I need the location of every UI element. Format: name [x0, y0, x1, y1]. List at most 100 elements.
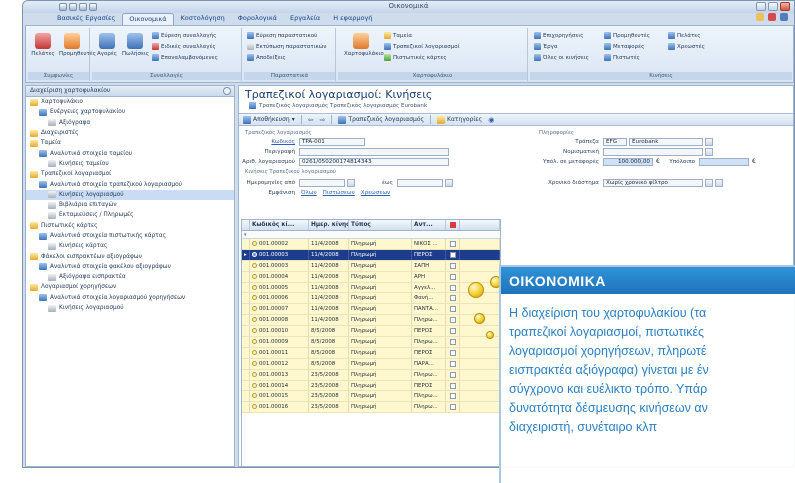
cash-desks-button[interactable]: Ταμεία	[384, 31, 412, 40]
table-row[interactable]: 001.00015 23/5/2008 Πληρωμή Πληρω...	[242, 391, 500, 403]
period-select[interactable]: Χωρίς χρονικό φίλτρο	[603, 179, 703, 187]
table-row[interactable]: 001.00010 8/5/2008 Πληρωμή ΠΕΡΟΣ	[242, 326, 500, 338]
bank-dropdown-button[interactable]	[705, 138, 713, 146]
nav-item[interactable]: Τραπεζικοί λογαριασμοί	[26, 169, 234, 179]
column-header-party[interactable]: Αντ...	[412, 220, 446, 230]
nav-item[interactable]: Διαχειριστές	[26, 128, 234, 138]
currency-field[interactable]	[603, 148, 703, 156]
account-number-field[interactable]: 0261/050200174814343	[299, 158, 449, 166]
row-checkbox[interactable]	[449, 273, 456, 280]
date-to-picker[interactable]	[445, 179, 453, 187]
row-checkbox[interactable]	[449, 306, 456, 313]
table-row[interactable]: 001.00005 11/4/2008 Πληρωμή Αγγελ...	[242, 282, 500, 294]
table-row[interactable]: 001.00004 11/4/2008 Πληρωμή ΑΡΗ	[242, 271, 500, 283]
nav-item[interactable]: Εκταμιεύσεις / Πληρωμές	[26, 210, 234, 220]
filter-debits-link[interactable]: Χρεώσεων	[361, 190, 390, 196]
collapse-icon[interactable]	[223, 87, 231, 95]
tab-tax[interactable]: Φορολογικά	[232, 13, 283, 25]
creditors-button[interactable]: Πιστωτές	[604, 53, 640, 62]
code-label[interactable]: Κωδικός	[249, 139, 295, 145]
nav-item[interactable]: Φάκελοι εισπρακτέων αξιογράφων	[26, 251, 234, 261]
nav-item[interactable]: Χαρτοφυλάκιο	[26, 97, 234, 107]
suppliers-movements-button[interactable]: Προμηθευτές	[604, 31, 650, 40]
bank-name-field[interactable]: Eurobank	[629, 138, 703, 146]
tab-financial[interactable]: Οικονομικά	[122, 13, 174, 25]
bank-account-button[interactable]: Τραπεζικός λογαριασμός	[338, 115, 424, 124]
row-checkbox[interactable]	[449, 328, 456, 335]
maximize-button[interactable]	[768, 2, 778, 11]
date-to-field[interactable]	[397, 179, 443, 187]
nav-item[interactable]: Πιστωτικές κάρτες	[26, 221, 234, 231]
column-header-code[interactable]: Κωδικός κί...	[250, 220, 309, 230]
row-checkbox[interactable]	[449, 262, 456, 269]
row-checkbox[interactable]	[449, 317, 456, 324]
row-checkbox[interactable]	[449, 371, 456, 378]
purchases-button[interactable]: Αγορές	[94, 31, 120, 67]
customers-button[interactable]: Πελάτες	[30, 31, 56, 67]
period-dropdown-button[interactable]	[705, 179, 713, 187]
column-header-extra[interactable]	[460, 220, 500, 230]
find-document-button[interactable]: Εύρεση παραστατικού	[247, 31, 317, 40]
row-checkbox[interactable]	[449, 339, 456, 346]
column-header-flag[interactable]	[446, 220, 460, 230]
table-row[interactable]: 001.00008 11/4/2008 Πληρωμή Πληρω...	[242, 315, 500, 327]
bank-code-field[interactable]: EFG	[603, 138, 627, 146]
table-row[interactable]: 001.00002 11/4/2008 Πληρωμή ΝΙΚΟΣ ...	[242, 239, 500, 250]
table-row[interactable]: 001.00013 23/5/2008 Πληρωμή Πληρω...	[242, 369, 500, 381]
all-movements-button[interactable]: Όλες οι κινήσεις	[534, 53, 589, 62]
row-checkbox[interactable]	[449, 349, 456, 356]
recurring-button[interactable]: Επαναλαμβανόμενες	[152, 53, 218, 62]
row-checkbox[interactable]	[449, 284, 456, 291]
grid-filter-row[interactable]: ▾	[242, 231, 500, 239]
tab-costing[interactable]: Κοστολόγηση	[175, 13, 231, 25]
date-from-picker[interactable]	[347, 179, 355, 187]
minimize-button[interactable]	[756, 2, 766, 11]
projects-button[interactable]: Έργα	[534, 42, 557, 51]
nav-item[interactable]: Κινήσεις ταμείου	[26, 159, 234, 169]
column-header-date[interactable]: Ημερ. κίνησης	[309, 220, 349, 230]
nav-item[interactable]: Κινήσεις λογαριασμού	[26, 303, 234, 313]
portfolio-button[interactable]: Χαρτοφυλάκιο	[344, 31, 384, 67]
nav-item[interactable]: Κινήσεις λογαριασμού	[26, 189, 234, 200]
nav-item[interactable]: Αξιόγραφα	[26, 118, 234, 128]
table-row[interactable]: 001.00011 8/5/2008 Πληρωμή ΠΕΡΟΣ	[242, 347, 500, 359]
tab-tools[interactable]: Εργαλεία	[284, 13, 326, 25]
row-checkbox[interactable]	[449, 404, 456, 411]
period-apply-button[interactable]	[715, 179, 723, 187]
help-icon[interactable]	[768, 13, 776, 21]
table-row[interactable]: 001.00014 23/5/2008 Πληρωμή ΠΕΡΟΣ	[242, 380, 500, 392]
alert-icon[interactable]	[756, 13, 764, 21]
row-checkbox[interactable]	[449, 251, 456, 258]
close-button[interactable]	[780, 2, 790, 11]
credit-cards-button[interactable]: Πιστωτικές κάρτες	[384, 53, 447, 62]
filter-all-link[interactable]: Όλων	[301, 190, 317, 196]
row-checkbox[interactable]	[449, 393, 456, 400]
table-row[interactable]: ▸ 001.00003 11/4/2008 Πληρωμή ΠΕΡΟΣ	[242, 249, 500, 261]
grants-button[interactable]: Επιχορηγήσεις	[534, 31, 583, 40]
categories-button[interactable]: Κατηγορίες	[437, 115, 482, 124]
find-transaction-button[interactable]: Εύρεση συναλλαγής	[152, 31, 216, 40]
debtors-button[interactable]: Χρεωστές	[668, 42, 705, 51]
save-button[interactable]: Αποθήκευση ▾	[243, 115, 295, 124]
tab-application[interactable]: Η εφαρμογή	[327, 13, 378, 25]
table-row[interactable]: 001.00012 8/5/2008 Πληρωμή ΠΑΡΑ...	[242, 358, 500, 370]
code-field[interactable]: TPA-001	[299, 138, 365, 146]
nav-item[interactable]: Αναλυτικά στοιχεία φακέλου αξιογράφων	[26, 262, 234, 272]
transfer-limit-field[interactable]: 100.000,00	[603, 158, 653, 166]
tab-basic-tasks[interactable]: Βασικές Εργασίες	[51, 13, 121, 25]
help-icon[interactable]: ◉	[488, 116, 494, 124]
nav-item[interactable]: Λογαριασμοί χορηγήσεων	[26, 282, 234, 292]
nav-item[interactable]: Ενέργειες χαρτοφυλακίου	[26, 107, 234, 117]
print-documents-button[interactable]: Εκτύπωση παραστατικών	[247, 42, 326, 51]
receipts-button[interactable]: Αποδείξεις	[247, 53, 286, 62]
table-row[interactable]: 001.00006 11/4/2008 Πληρωμή Φανή...	[242, 293, 500, 305]
table-row[interactable]: 001.00007 11/4/2008 Πληρωμή ΠΑΝΤΑ...	[242, 304, 500, 316]
column-header-type[interactable]: Τύπος	[349, 220, 412, 230]
nav-item[interactable]: Κινήσεις κάρτας	[26, 241, 234, 251]
table-row[interactable]: 001.00009 8/5/2008 Πληρωμή Πληρω...	[242, 337, 500, 348]
info-icon[interactable]	[780, 13, 788, 21]
nav-item[interactable]: Αξιόγραφα εισπρακτέα	[26, 272, 234, 282]
currency-dropdown-button[interactable]	[705, 148, 713, 156]
sales-button[interactable]: Πωλήσεις	[122, 31, 149, 67]
special-transactions-button[interactable]: Ειδικές συναλλαγές	[152, 42, 216, 51]
